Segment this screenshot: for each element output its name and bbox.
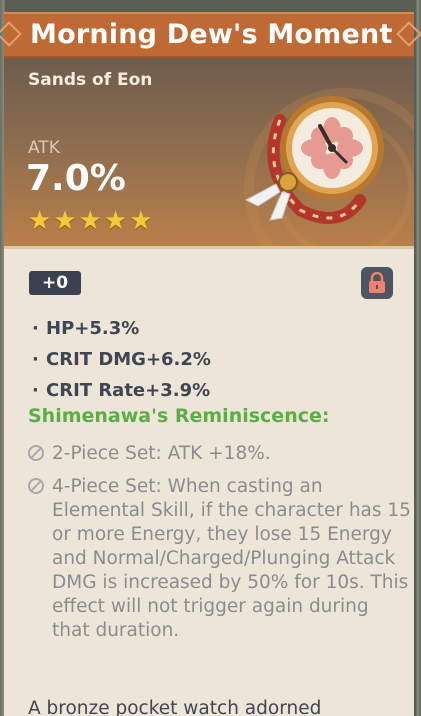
level-badge: +0 <box>29 271 81 295</box>
artifact-body: +0 · HP+5.3% · CRIT DMG+6.2% · CRIT Rate+3.… <box>4 246 414 716</box>
ornament-left-icon <box>0 21 22 47</box>
rarity-stars: ★ ★ ★ ★ ★ <box>28 208 153 234</box>
substat-label: HP+5.3% <box>46 318 140 339</box>
set-effect-text: 2-Piece Set: ATK +18%. <box>52 443 271 464</box>
star-icon: ★ <box>103 206 128 236</box>
ornament-right-icon <box>396 21 421 47</box>
star-icon: ★ <box>129 206 153 236</box>
artifact-card: Morning Dew's Moment Sands of Eon ATK 7.… <box>0 0 421 716</box>
substat-list: · HP+5.3% · CRIT DMG+6.2% · CRIT Rate+3.9% <box>32 313 211 406</box>
artifact-slot-name: Sands of Eon <box>28 70 153 90</box>
lock-icon <box>369 272 385 293</box>
inactive-circle-icon <box>28 445 44 461</box>
star-icon: ★ <box>78 206 102 236</box>
main-stat-value: 7.0% <box>26 158 126 199</box>
artifact-description: A bronze pocket watch adorned <box>28 698 322 716</box>
lock-button[interactable] <box>361 267 393 299</box>
main-stat-label: ATK <box>28 138 60 158</box>
set-bonus-title: Shimenawa's Reminiscence: <box>28 405 330 427</box>
substat-label: CRIT DMG+6.2% <box>46 349 211 370</box>
title-bar: Morning Dew's Moment <box>0 12 421 58</box>
star-icon: ★ <box>28 206 52 236</box>
star-icon: ★ <box>53 206 77 236</box>
substat-label: CRIT Rate+3.9% <box>46 380 211 401</box>
substat-item: · CRIT DMG+6.2% <box>32 349 211 370</box>
artifact-title: Morning Dew's Moment <box>30 19 393 50</box>
set-effect-2pc: 2-Piece Set: ATK +18%. <box>28 442 408 468</box>
set-effect-text: 4-Piece Set: When casting an Elemental S… <box>52 476 411 641</box>
inactive-circle-icon <box>28 478 44 494</box>
artifact-header: Sands of Eon ATK 7.0% ★ ★ ★ ★ ★ <box>4 58 414 246</box>
substat-item: · HP+5.3% <box>32 318 140 339</box>
set-effect-4pc: 4-Piece Set: When casting an Elemental S… <box>28 475 411 695</box>
substat-item: · CRIT Rate+3.9% <box>32 380 211 401</box>
pocket-watch-icon <box>244 96 384 224</box>
